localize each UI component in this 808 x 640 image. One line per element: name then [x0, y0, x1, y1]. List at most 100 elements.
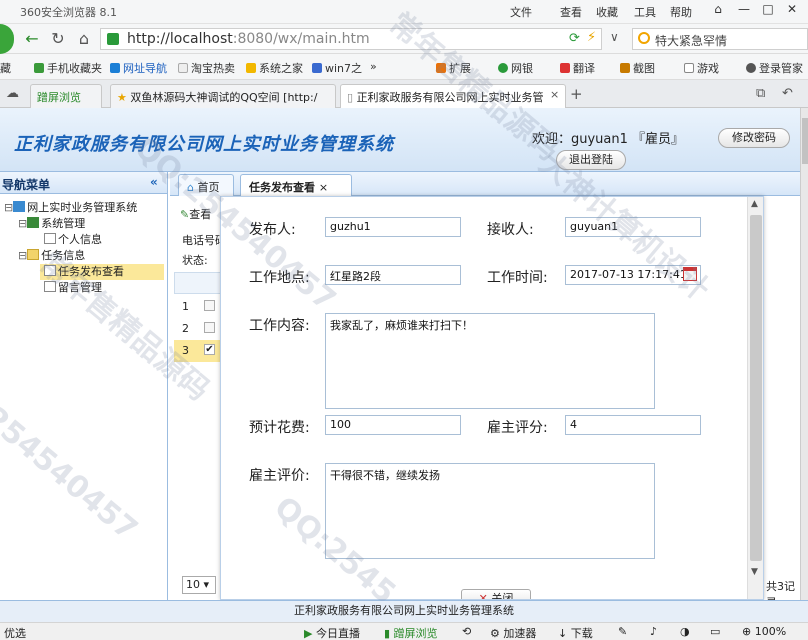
edit-icon: ✎	[180, 208, 190, 221]
close-button[interactable]: ✕ 关闭	[461, 589, 531, 599]
sidebar-item-profile[interactable]: 个人信息	[44, 232, 102, 248]
table-row[interactable]: 2	[174, 318, 224, 340]
time-field[interactable]: 2017-07-13 17:17:41	[565, 265, 701, 285]
page-scroll-thumb[interactable]	[802, 118, 808, 164]
comment-textarea[interactable]: 干得很不错，继续发扬	[325, 463, 655, 559]
filter-status-label: 状态:	[182, 254, 208, 267]
row-checkbox[interactable]	[204, 322, 215, 333]
favorites-item-nav[interactable]: 网址导航	[110, 60, 167, 76]
download-icon: ↓	[558, 627, 568, 640]
collapse-icon[interactable]: «	[150, 175, 158, 189]
menu-tools[interactable]: 工具	[634, 4, 656, 20]
logout-button[interactable]: 退出登陆	[556, 150, 626, 170]
tab-task-view[interactable]: 任务发布查看 ×	[240, 174, 352, 197]
favorites-item-win7[interactable]: win7之	[312, 60, 362, 76]
tab-home[interactable]: ⌂ 首页	[178, 174, 234, 196]
search-box[interactable]: 特大紧急罕情	[632, 28, 808, 50]
favorites-item-mobile[interactable]: 手机收藏夹	[34, 60, 102, 76]
games-button[interactable]: 游戏	[684, 60, 719, 76]
restore-tabs-icon[interactable]: ⧉	[756, 86, 765, 101]
sidebar-item-task-view[interactable]: 任务发布查看	[40, 264, 164, 280]
undo-close-icon[interactable]: ↶	[782, 86, 793, 101]
minimize-icon[interactable]: —	[732, 2, 756, 20]
scroll-up-icon[interactable]: ▲	[751, 199, 758, 209]
new-tab-button[interactable]: +	[570, 85, 583, 103]
sync-icon[interactable]: ⟳	[569, 31, 580, 46]
home-icon[interactable]: ⌂	[74, 29, 94, 49]
browser-logo-icon[interactable]	[0, 24, 14, 54]
publisher-field[interactable]: guzhu1	[325, 217, 461, 237]
tree-root[interactable]: ⊟ 网上实时业务管理系统	[4, 200, 137, 216]
browser-tab-qq[interactable]: ★ 双鱼林源码大神调试的QQ空间 [http:/	[110, 84, 336, 108]
accelerator-button[interactable]: ⚙ 加速器	[490, 625, 536, 640]
download-button[interactable]: ↓ 下载	[558, 625, 593, 640]
location-field[interactable]: 红星路2段	[325, 265, 461, 285]
location-label: 工作地点:	[249, 270, 310, 286]
live-button[interactable]: ▶ 今日直播	[304, 625, 360, 640]
screen-browse-button[interactable]: ▮ 蹭屏浏览	[384, 625, 438, 640]
back-arrow-icon[interactable]: ←	[22, 29, 42, 49]
brush-icon[interactable]: ✎	[618, 625, 627, 638]
cost-field[interactable]: 100	[325, 415, 461, 435]
extensions-button[interactable]: 扩展	[436, 60, 471, 76]
menu-view[interactable]: 查看	[560, 4, 582, 20]
screenshot-button[interactable]: 截图	[620, 60, 655, 76]
tree-group-system[interactable]: ⊟ 系统管理	[18, 216, 85, 232]
receiver-label: 接收人:	[487, 222, 534, 238]
table-row[interactable]: 1	[174, 296, 224, 318]
tab-close-icon[interactable]: ×	[319, 181, 328, 194]
browser-tab-screen[interactable]: 蹭屏浏览	[30, 84, 102, 108]
content-textarea[interactable]: 我家乱了，麻烦谁来打扫下！	[325, 313, 655, 409]
cloud-icon[interactable]: ☁	[6, 86, 19, 101]
skin-icon[interactable]: ⌂	[706, 2, 730, 20]
dialog-scroll-thumb[interactable]	[750, 215, 762, 561]
history-icon[interactable]: ⟲	[462, 625, 471, 638]
page-size-select[interactable]: 10 ▾	[182, 576, 216, 594]
document-icon	[44, 233, 56, 244]
close-window-icon[interactable]: ✕	[780, 2, 804, 20]
browser-tab-bar: ☁ 蹭屏浏览 ★ 双鱼林源码大神调试的QQ空间 [http:/ ▯ 正利家政服务…	[0, 80, 808, 108]
login-manager-button[interactable]: 登录管家	[746, 60, 803, 76]
change-password-button[interactable]: 修改密码	[718, 128, 790, 148]
menu-help[interactable]: 帮助	[670, 4, 692, 20]
translate-button[interactable]: 翻译	[560, 60, 595, 76]
scissors-icon	[620, 63, 630, 73]
key-icon	[746, 63, 756, 73]
search-input[interactable]: 特大紧急罕情	[655, 32, 727, 49]
menu-file[interactable]: 文件	[510, 4, 532, 20]
scroll-down-icon[interactable]: ▼	[751, 567, 758, 577]
secure-shield-icon	[107, 33, 119, 45]
browser-tab-app[interactable]: ▯ 正利家政服务有限公司网上实时业务管	[340, 84, 566, 108]
dialog-scrollbar[interactable]: ▲ ▼	[747, 197, 763, 599]
menu-favorites[interactable]: 收藏	[596, 4, 618, 20]
bank-button[interactable]: 网银	[498, 60, 533, 76]
search-engine-icon	[638, 32, 650, 44]
address-bar[interactable]: http://localhost:8080/wx/main.htm ⟳ ⚡	[100, 28, 602, 50]
row-checkbox[interactable]	[204, 300, 215, 311]
receiver-field[interactable]: guyuan1	[565, 217, 701, 237]
window-icon[interactable]: ▭	[710, 625, 720, 638]
row-checkbox-checked[interactable]: ✔	[204, 344, 215, 355]
favorites-more[interactable]: »	[370, 60, 377, 73]
browser-nav-bar: ← ↻ ⌂ http://localhost:8080/wx/main.htm …	[0, 24, 808, 54]
lightning-icon[interactable]: ⚡	[587, 30, 596, 45]
zoom-level[interactable]: ⊕ 100%	[742, 625, 786, 638]
tree-group-task[interactable]: ⊟ 任务信息	[18, 248, 85, 264]
refresh-icon[interactable]: ↻	[48, 29, 68, 49]
view-button[interactable]: ✎查看	[180, 206, 211, 222]
tab-close-icon[interactable]: ×	[550, 88, 559, 101]
score-field[interactable]: 4	[565, 415, 701, 435]
sidebar-item-messages[interactable]: 留言管理	[44, 280, 102, 296]
favorites-item[interactable]: 藏	[0, 60, 11, 76]
favorites-item-xitong[interactable]: 系统之家	[246, 60, 303, 76]
favorites-item-taobao[interactable]: 淘宝热卖	[178, 60, 235, 76]
table-row[interactable]: 3 ✔	[174, 340, 224, 362]
cost-label: 预计花费:	[249, 420, 310, 436]
audio-icon[interactable]: ♪	[650, 625, 657, 638]
page-scrollbar[interactable]	[800, 108, 808, 600]
volume-icon[interactable]: ◑	[680, 625, 690, 638]
gamepad-icon	[684, 63, 694, 73]
calendar-icon[interactable]	[683, 267, 697, 281]
chevron-down-icon[interactable]: ∨	[610, 30, 619, 44]
maximize-icon[interactable]: □	[756, 2, 780, 20]
